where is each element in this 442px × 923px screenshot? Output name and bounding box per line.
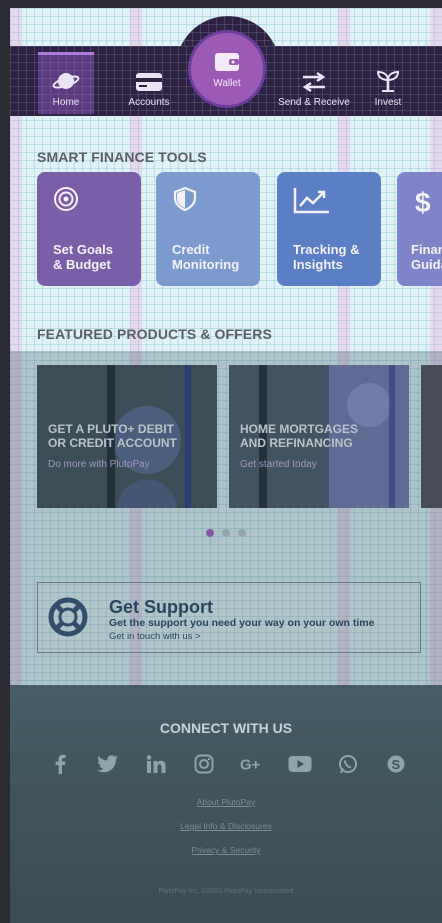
dollar-icon: $ [415,187,431,218]
card-icon [136,73,162,91]
footer-link-privacy[interactable]: Privacy & Security [10,845,442,855]
social-links: G+ S [48,752,408,776]
tool-card-credit[interactable]: Credit Monitoring [156,172,260,286]
svg-text:$: $ [415,187,431,216]
chart-icon [293,188,329,214]
tool-label-line: Insights [293,257,343,272]
offer-title-line: OR CREDIT ACCOUNT [48,436,177,450]
linkedin-icon[interactable] [144,752,168,776]
carousel-dot[interactable] [222,529,230,537]
shield-icon [173,186,197,212]
tab-invest-label: Invest [374,97,402,108]
tab-home[interactable]: Home [24,46,108,116]
tool-label-line: Credit [172,242,210,257]
app-screen: Home Accounts Send & Receive Invest Wall… [10,8,442,923]
skype-icon[interactable]: S [384,752,408,776]
section-title-tools: SMART FINANCE TOOLS [37,149,207,165]
offer-title: HOME MORTGAGES AND REFINANCING [240,422,358,450]
section-title-offers: FEATURED PRODUCTS & OFFERS [37,326,272,342]
google-plus-icon[interactable]: G+ [240,752,264,776]
footer-link-legal[interactable]: Legal Info & Disclosures [10,821,442,831]
lifebuoy-icon [48,597,88,637]
instagram-icon[interactable] [192,752,216,776]
tab-accounts[interactable]: Accounts [107,46,191,116]
support-description: Get the support you need your way on you… [109,617,375,629]
tool-label-line: Tracking & [293,242,360,257]
tool-card-label: Set Goals & Budget [53,242,113,272]
tool-card-guidance[interactable]: $ Finan Guida [397,172,442,286]
offer-title-line: GET A PLUTO+ DEBIT [48,422,174,436]
offer-card-debit[interactable]: GET A PLUTO+ DEBIT OR CREDIT ACCOUNT Do … [37,365,217,508]
support-card[interactable]: Get Support Get the support you need you… [37,582,421,653]
offer-card-next[interactable] [421,365,442,508]
tab-invest[interactable]: Invest [346,46,430,116]
tool-card-label: Finan Guida [411,242,442,272]
youtube-icon[interactable] [288,752,312,776]
target-icon [54,187,78,211]
tool-card-tracking[interactable]: Tracking & Insights [277,172,381,286]
tab-home-label: Home [52,97,80,108]
tab-accounts-label: Accounts [128,97,170,108]
footer-link-about[interactable]: About PlutoPay [10,797,442,807]
tab-wallet-label: Wallet [213,77,241,89]
carousel-dot[interactable] [206,529,214,537]
support-cta-link[interactable]: Get in touch with us > [109,631,201,642]
connect-title: CONNECT WITH US [159,720,293,736]
facebook-icon[interactable] [48,752,72,776]
tab-send-receive-label: Send & Receive [278,97,350,108]
tool-label-line: Finan [411,242,442,257]
tab-wallet[interactable]: Wallet [188,30,266,108]
tool-card-goals[interactable]: Set Goals & Budget [37,172,141,286]
tool-label-line: & Budget [53,257,111,272]
tool-label-line: Guida [411,257,442,272]
tool-label-line: Monitoring [172,257,240,272]
footer: CONNECT WITH US G+ S About PlutoPay Lega… [10,685,442,923]
planet-icon [52,73,80,89]
transfer-icon [302,71,326,93]
support-title: Get Support [109,597,213,617]
offer-title: GET A PLUTO+ DEBIT OR CREDIT ACCOUNT [48,422,177,450]
carousel-dot[interactable] [238,529,246,537]
carousel-pagination [206,529,246,537]
twitter-icon[interactable] [96,752,120,776]
tool-card-label: Credit Monitoring [172,242,239,272]
svg-text:S: S [392,757,401,772]
plant-icon [376,70,400,92]
offer-title-line: HOME MORTGAGES [240,422,359,436]
offer-card-mortgage[interactable]: HOME MORTGAGES AND REFINANCING Get start… [229,365,409,508]
wallet-icon [215,52,239,71]
offer-subtitle: Get started today [240,459,317,470]
tool-label-line: Set Goals [53,242,113,257]
copyright-text: PlutoPay Inc. ©2020 PlutoPay Incorporate… [158,888,294,895]
whatsapp-icon[interactable] [336,752,360,776]
svg-text:G+: G+ [240,758,260,773]
offer-subtitle: Do more with PlutoPay [48,459,150,470]
offer-title-line: AND REFINANCING [240,436,353,450]
tool-card-label: Tracking & Insights [293,242,359,272]
